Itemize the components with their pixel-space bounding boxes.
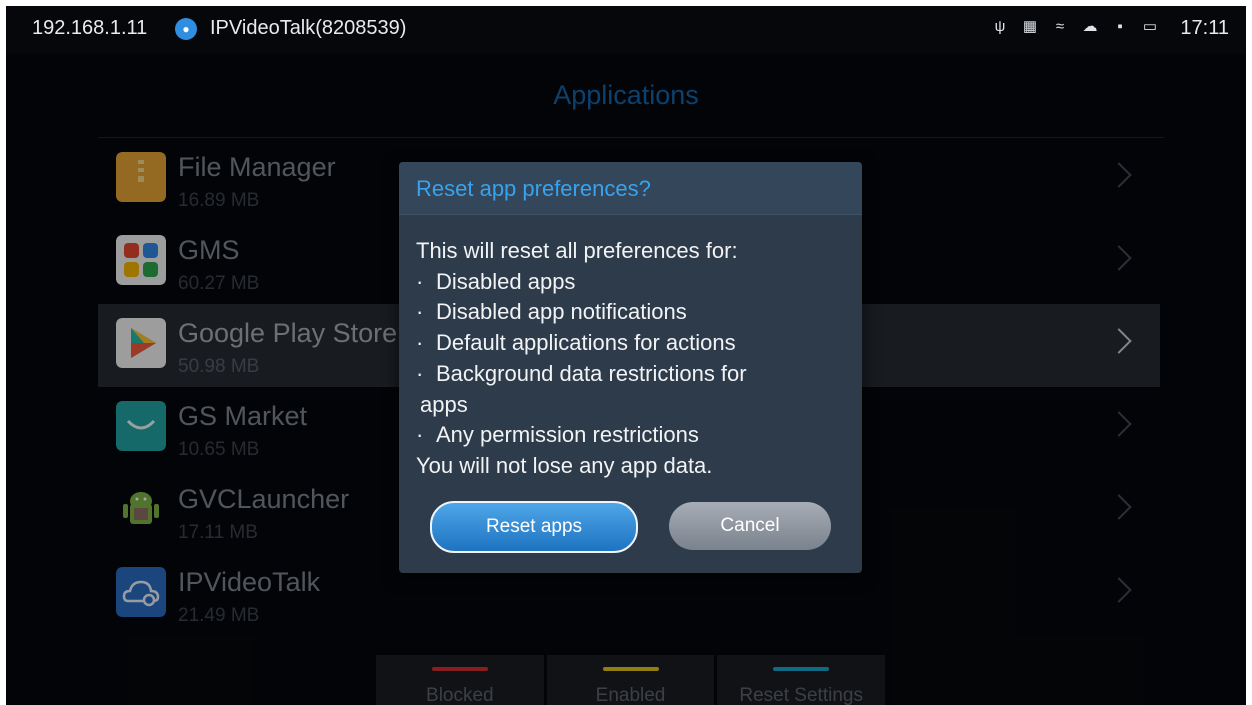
wifi-off-icon: ≈: [1055, 18, 1065, 35]
bullet-item: · Background data restrictions for: [416, 360, 747, 386]
account-name: IPVideoTalk(8208539): [210, 17, 407, 39]
dialog-footer-note: You will not lose any app data.: [416, 452, 713, 478]
clock: 17:11: [1180, 17, 1229, 39]
reset-apps-button[interactable]: Reset apps: [430, 501, 638, 553]
sd-card-icon: ▪: [1117, 18, 1123, 35]
status-icons: ψ ▦ ≈ ☁ ▪ ▭: [992, 18, 1158, 36]
usb-icon: ψ: [994, 18, 1006, 35]
ip-address: 192.168.1.11: [32, 17, 148, 39]
bullet-item: · Disabled app notifications: [416, 299, 687, 325]
cancel-button[interactable]: Cancel: [669, 502, 831, 550]
device-screen: 192.168.1.11 ● IPVideoTalk(8208539) ψ ▦ …: [6, 6, 1246, 705]
reset-preferences-dialog: Reset app preferences? This will reset a…: [399, 162, 862, 573]
bullet-item: · Default applications for actions: [416, 330, 736, 356]
cloud-icon: ☁: [1082, 18, 1098, 35]
status-bar: 192.168.1.11 ● IPVideoTalk(8208539) ψ ▦ …: [6, 6, 1246, 54]
display-icon: ▭: [1142, 18, 1158, 35]
person-icon: ●: [175, 18, 197, 40]
dialog-message: This will reset all preferences for: · Di…: [416, 236, 851, 482]
bullet-item: · Any permission restrictions: [416, 422, 699, 448]
screenshot-icon: ▦: [1022, 18, 1038, 35]
bullet-item: · Disabled apps: [416, 268, 576, 294]
bullet-continuation: apps: [420, 391, 468, 417]
dialog-title: Reset app preferences?: [416, 176, 651, 201]
dialog-header: Reset app preferences?: [399, 162, 862, 215]
dialog-intro: This will reset all preferences for:: [416, 238, 738, 263]
